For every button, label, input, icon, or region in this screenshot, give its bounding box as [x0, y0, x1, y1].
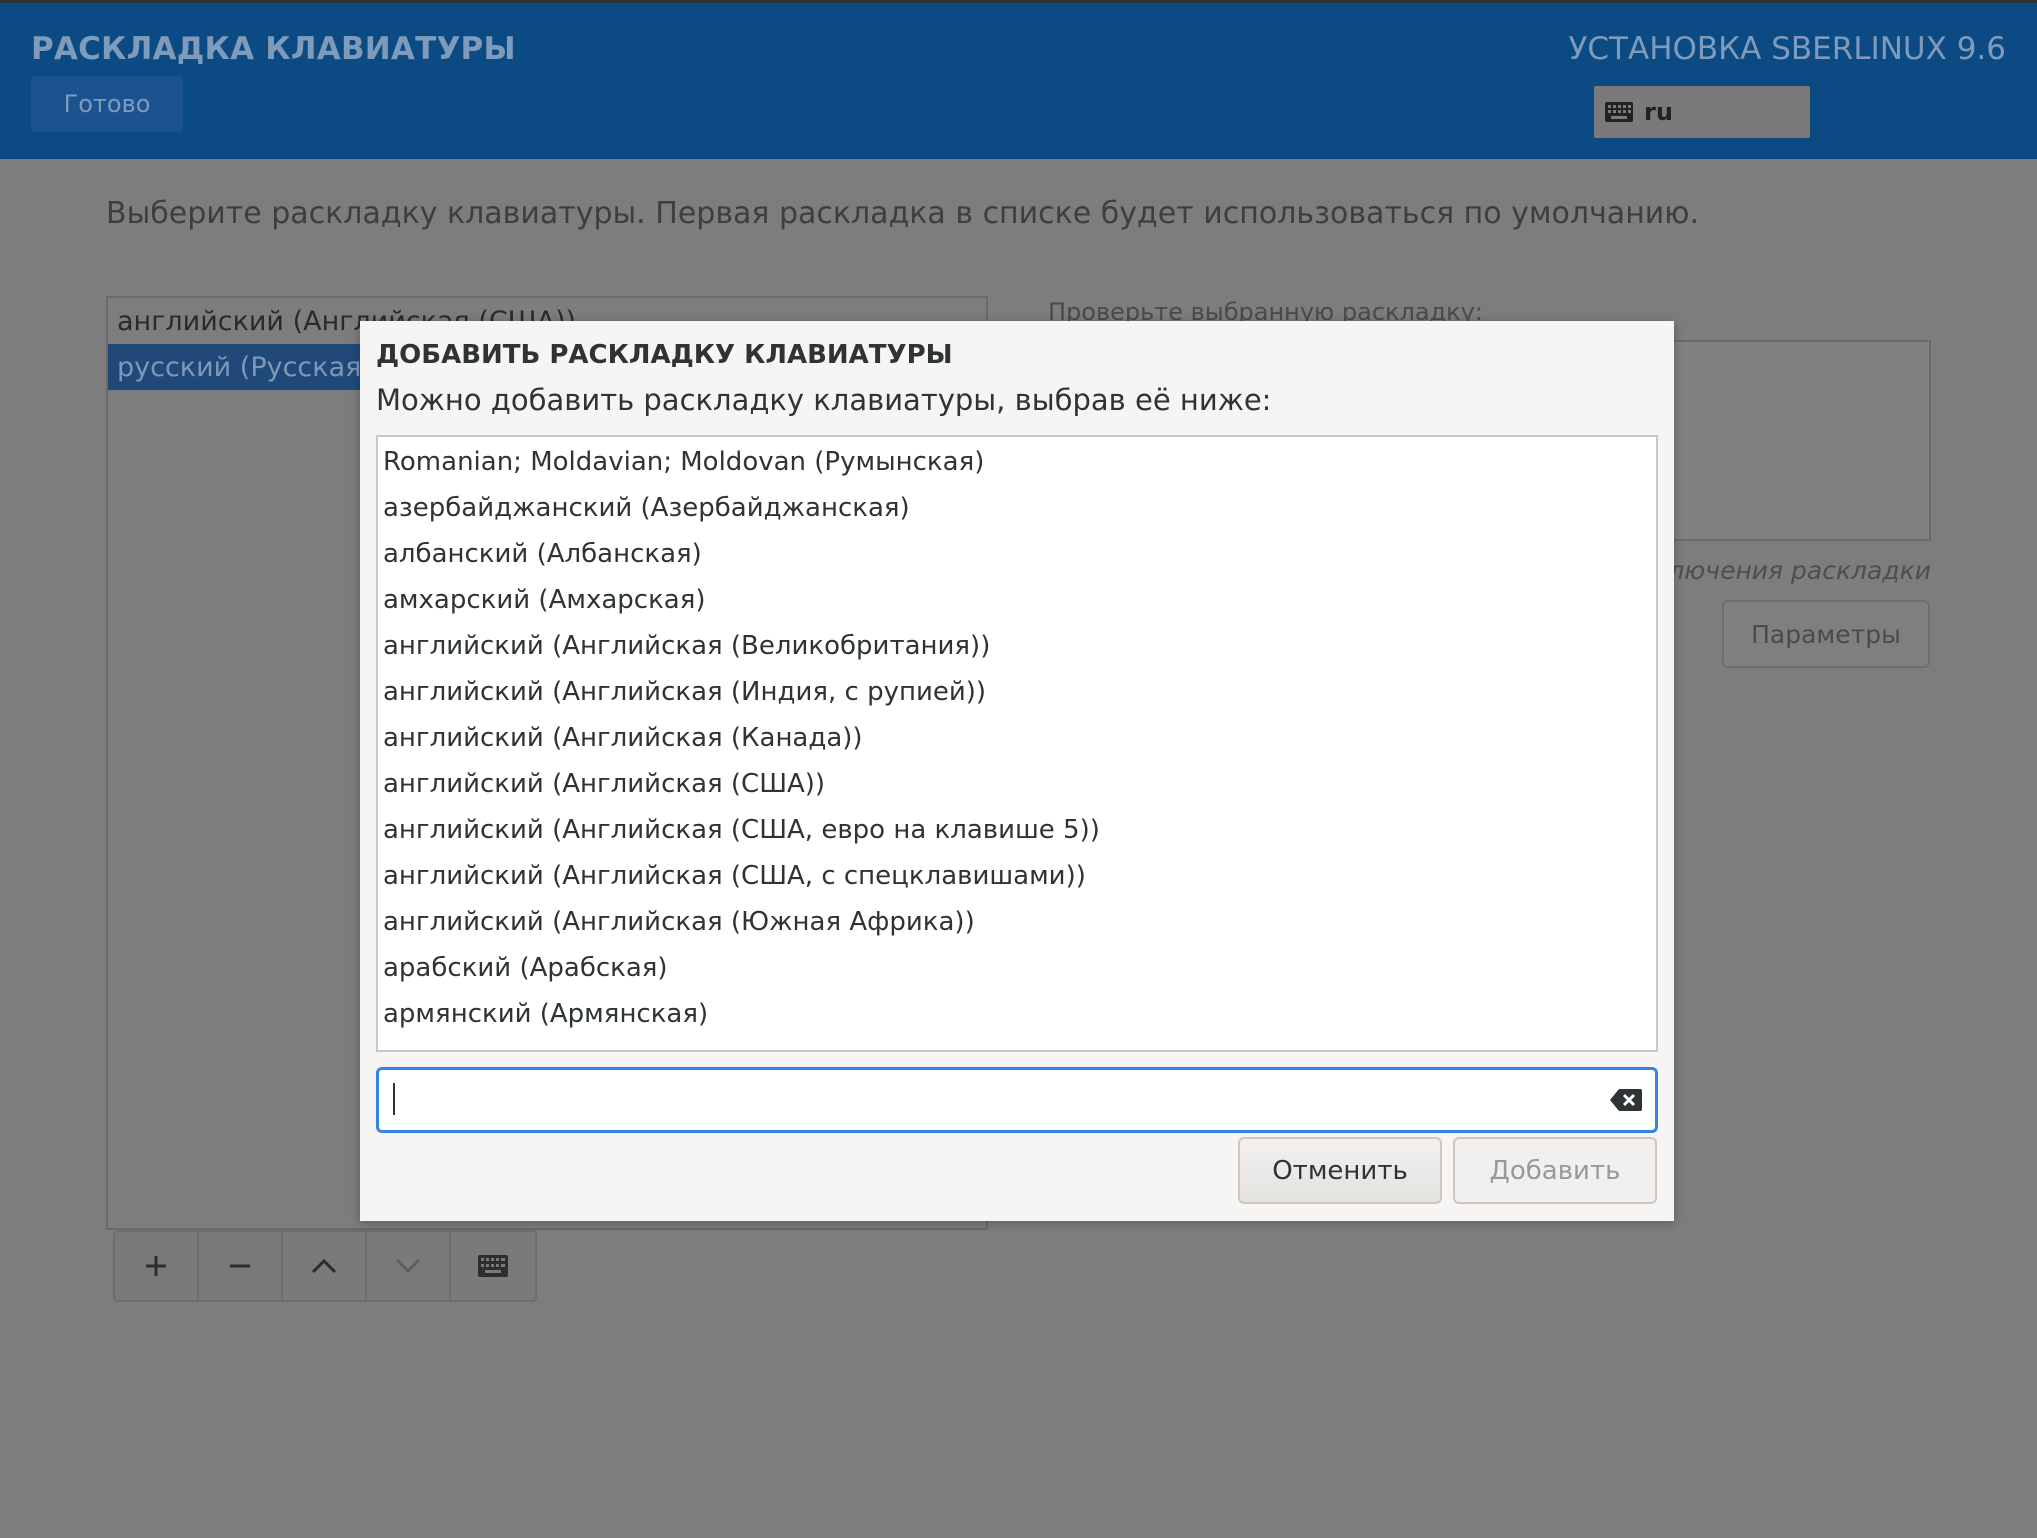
list-item[interactable]: английский (Английская (Канада)) — [378, 715, 1656, 761]
preview-layout-button[interactable] — [451, 1232, 535, 1300]
list-item[interactable]: английский (Английская (США, с спецклави… — [378, 853, 1656, 899]
move-down-button[interactable] — [367, 1232, 451, 1300]
add-button[interactable]: Добавить — [1453, 1137, 1657, 1204]
add-layout-dialog: ДОБАВИТЬ РАСКЛАДКУ КЛАВИАТУРЫ Можно доба… — [360, 321, 1674, 1221]
clear-text-icon[interactable] — [1609, 1087, 1643, 1113]
chevron-up-icon — [311, 1258, 337, 1274]
options-button[interactable]: Параметры — [1722, 600, 1930, 668]
dialog-title: ДОБАВИТЬ РАСКЛАДКУ КЛАВИАТУРЫ — [376, 340, 953, 370]
add-layout-button[interactable] — [115, 1232, 199, 1300]
list-item[interactable]: английский (Английская (США, евро на кла… — [378, 807, 1656, 853]
list-item[interactable]: английский (Английская (Южная Африка)) — [378, 899, 1656, 945]
cancel-button[interactable]: Отменить — [1238, 1137, 1442, 1204]
minus-icon — [230, 1264, 250, 1268]
layout-switch-hint: ключения раскладки. — [1672, 556, 1931, 585]
layout-list-toolbar — [113, 1230, 537, 1302]
chevron-down-icon — [395, 1258, 421, 1274]
keyboard-layout-label: ru — [1644, 98, 1673, 126]
list-item[interactable]: арабский (Арабская) — [378, 945, 1656, 991]
instruction-text: Выберите раскладку клавиатуры. Первая ра… — [106, 196, 1700, 231]
keyboard-layout-indicator[interactable]: ru — [1594, 86, 1810, 138]
keyboard-icon — [478, 1255, 508, 1277]
list-item[interactable]: Romanian; Moldavian; Moldovan (Румынская… — [378, 439, 1656, 485]
list-item[interactable]: армянский (Армянская) — [378, 991, 1656, 1037]
available-layouts-list[interactable]: Romanian; Moldavian; Moldovan (Румынская… — [376, 435, 1658, 1052]
list-item[interactable]: английский (Английская (США)) — [378, 761, 1656, 807]
test-layout-field[interactable] — [1672, 340, 1931, 541]
move-up-button[interactable] — [283, 1232, 367, 1300]
list-item[interactable]: албанский (Албанская) — [378, 531, 1656, 577]
page-title: РАСКЛАДКА КЛАВИАТУРЫ — [31, 31, 516, 67]
list-item[interactable]: английский (Английская (Индия, с рупией)… — [378, 669, 1656, 715]
product-title: УСТАНОВКА SBERLINUX 9.6 — [1568, 31, 2006, 67]
layout-search-input[interactable] — [389, 1076, 1573, 1124]
list-item[interactable]: азербайджанский (Азербайджанская) — [378, 485, 1656, 531]
layout-search-field[interactable] — [376, 1067, 1658, 1133]
list-item[interactable]: амхарский (Амхарская) — [378, 577, 1656, 623]
remove-layout-button[interactable] — [199, 1232, 283, 1300]
keyboard-icon — [1605, 102, 1633, 122]
dialog-subtitle: Можно добавить раскладку клавиатуры, выб… — [376, 383, 1272, 417]
header-bar: РАСКЛАДКА КЛАВИАТУРЫ Готово УСТАНОВКА SB… — [0, 0, 2037, 159]
plus-icon — [146, 1256, 166, 1276]
done-button[interactable]: Готово — [31, 76, 183, 132]
text-caret — [393, 1083, 395, 1115]
list-item[interactable]: английский (Английская (Великобритания)) — [378, 623, 1656, 669]
